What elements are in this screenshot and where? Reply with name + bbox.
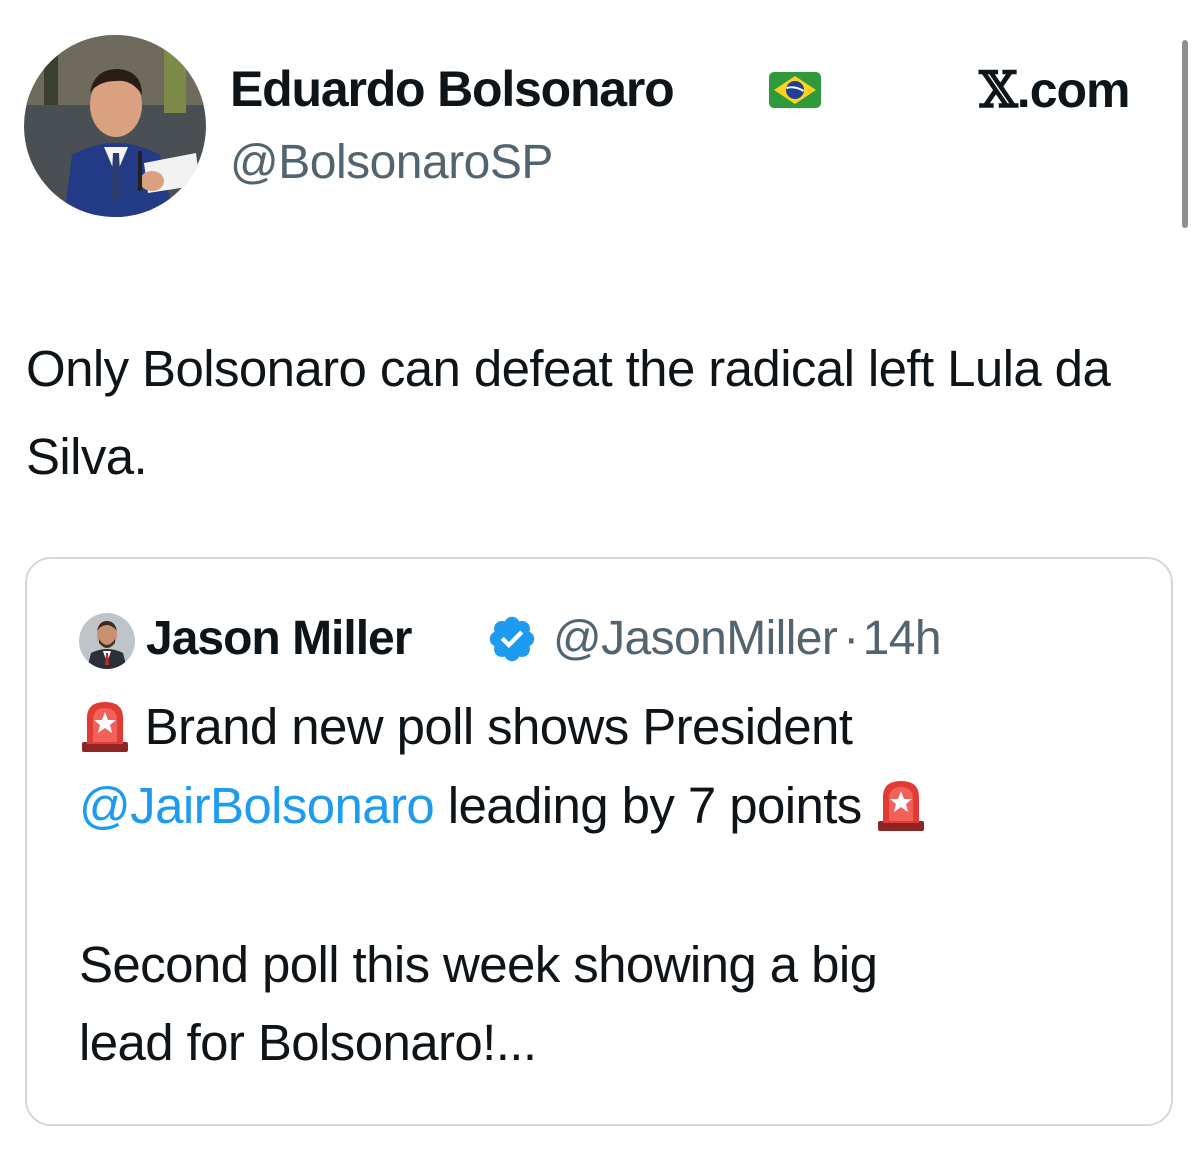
quoted-text-line-1: Brand new poll shows President (79, 697, 853, 757)
quoted-author-handle[interactable]: @JasonMiller (553, 612, 838, 665)
author-avatar[interactable] (24, 35, 206, 217)
x-com-watermark: 𝕏.com (979, 60, 1130, 120)
quoted-text-line-3: Second poll this week showing a big (79, 936, 878, 993)
tweet-text: Only Bolsonaro can defeat the radical le… (26, 340, 1111, 485)
quoted-author-avatar[interactable] (79, 613, 135, 669)
quoted-text-line-2: @JairBolsonaro leading by 7 points (79, 776, 927, 836)
mention-link[interactable]: @JairBolsonaro (79, 777, 435, 834)
rotating-light-icon (875, 777, 927, 833)
rotating-light-icon (79, 698, 131, 754)
brazil-flag-icon (768, 71, 822, 109)
quoted-text-line-1-text: Brand new poll shows President (144, 698, 853, 755)
x-logo-glyph: 𝕏 (979, 60, 1018, 119)
quoted-text-line-2-text: leading by 7 points (434, 777, 863, 834)
quoted-text-line-4: lead for Bolsonaro!... (79, 1014, 537, 1071)
verified-badge-icon (486, 613, 538, 665)
quoted-tweet-meta: @JasonMiller ·14h (553, 609, 942, 669)
brand-domain: .com (1016, 62, 1131, 118)
quoted-tweet-time[interactable]: 14h (863, 612, 942, 665)
author-name[interactable]: Eduardo Bolsonaro (230, 59, 675, 119)
quoted-author-name[interactable]: Jason Miller (146, 609, 412, 669)
scrollbar[interactable] (1182, 40, 1188, 228)
author-handle[interactable]: @BolsonaroSP (230, 133, 553, 193)
meta-separator: · (843, 612, 859, 665)
